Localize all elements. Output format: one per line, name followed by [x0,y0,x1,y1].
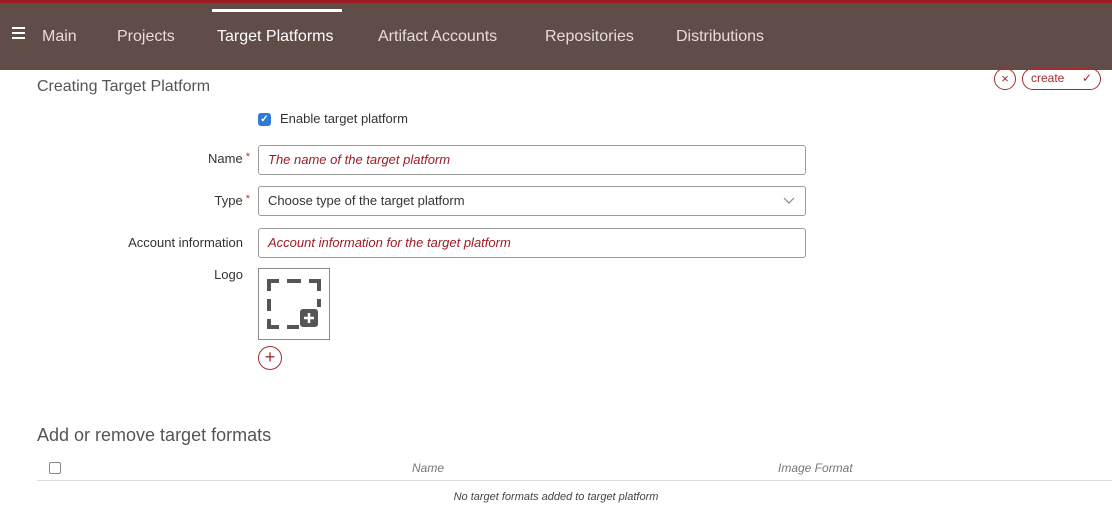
nav-artifact-accounts[interactable]: Artifact Accounts [378,28,497,48]
name-input[interactable]: The name of the target platform [258,145,806,175]
create-button[interactable]: create ✓ [1022,68,1101,90]
formats-empty-message: No target formats added to target platfo… [453,491,659,503]
account-input[interactable]: Account information for the target platf… [258,228,806,258]
enable-label: Enable target platform [280,111,408,126]
logo-label: Logo [214,267,243,282]
active-tab-indicator [212,9,342,12]
create-label: create [1031,71,1065,85]
account-placeholder: Account information for the target platf… [268,235,511,250]
column-header-name: Name [412,461,445,475]
required-mark: * [245,193,250,205]
nav-target-platforms[interactable]: Target Platforms [217,28,333,48]
name-label: Name * [208,151,250,166]
nav-repositories[interactable]: Repositories [545,28,634,48]
enable-checkbox[interactable]: ✓ [258,113,271,126]
close-icon: × [1001,71,1009,86]
formats-table-header: Name Image Format [37,457,1112,481]
type-label-text: Type [214,193,243,208]
select-all-checkbox[interactable] [49,462,61,474]
menu-icon[interactable] [12,27,26,41]
chevron-down-icon [783,187,795,225]
cancel-button[interactable]: × [994,68,1016,90]
add-logo-button[interactable]: + [258,346,282,370]
plus-icon: + [264,347,276,367]
account-label: Account information [128,235,243,250]
nav-main[interactable]: Main [42,28,77,48]
name-label-text: Name [208,151,243,166]
type-label: Type * [215,193,250,208]
nav-distributions[interactable]: Distributions [676,28,764,48]
type-select[interactable]: Choose type of the target platform [258,186,806,216]
type-select-value: Choose type of the target platform [268,193,465,208]
add-image-icon [267,279,321,329]
page-title: Creating Target Platform [37,78,211,95]
column-header-image-format: Image Format [778,461,853,475]
top-nav: Main Projects Target Platforms Artifact … [0,0,1112,70]
required-mark: * [245,151,250,163]
name-placeholder: The name of the target platform [268,152,451,167]
nav-projects[interactable]: Projects [117,28,175,48]
check-icon: ✓ [1081,71,1092,85]
logo-dropzone[interactable] [258,268,330,340]
formats-section-title: Add or remove target formats [37,425,272,445]
